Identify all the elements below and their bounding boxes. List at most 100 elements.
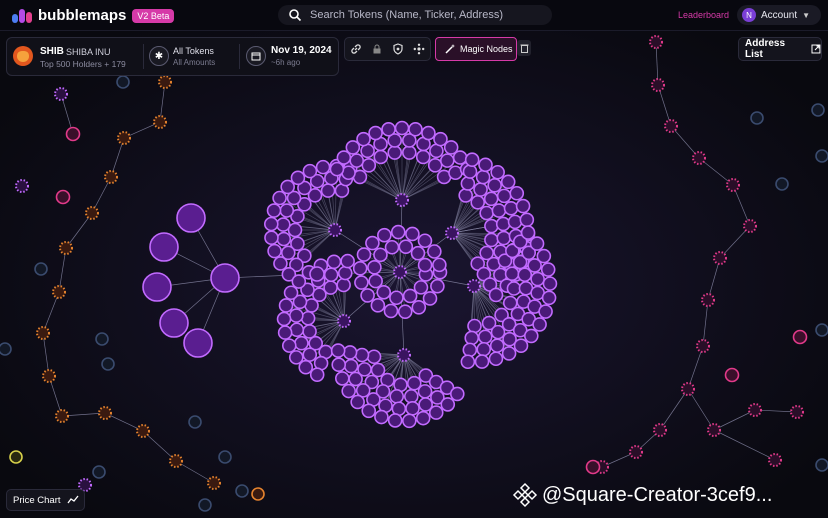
holder-bubble[interactable] bbox=[289, 308, 304, 323]
lock-icon[interactable] bbox=[370, 42, 384, 56]
pink-bubble[interactable] bbox=[629, 445, 643, 459]
holder-bubble[interactable] bbox=[449, 386, 465, 402]
holder-bubble[interactable] bbox=[320, 183, 336, 198]
holder-bubble[interactable] bbox=[331, 357, 347, 373]
holder-bubble[interactable] bbox=[278, 298, 294, 313]
holder-bubble[interactable] bbox=[377, 227, 392, 243]
holder-bubble[interactable] bbox=[288, 350, 304, 365]
address-list-button[interactable]: Address List bbox=[738, 37, 822, 61]
holder-bubble[interactable] bbox=[92, 465, 106, 479]
holder-bubble[interactable] bbox=[488, 351, 504, 367]
holder-bubble[interactable] bbox=[376, 284, 392, 300]
holder-bubble[interactable] bbox=[354, 347, 370, 363]
orange-bubble[interactable] bbox=[136, 424, 150, 438]
holder-bubble[interactable] bbox=[476, 341, 492, 357]
holder-bubble[interactable] bbox=[183, 328, 213, 358]
bubblemaps-logo[interactable]: bubblemaps V2 Beta bbox=[12, 7, 175, 24]
holder-bubble[interactable] bbox=[300, 310, 316, 326]
holder-bubble[interactable] bbox=[366, 349, 382, 365]
pink-bubble[interactable] bbox=[726, 178, 740, 192]
holder-bubble[interactable] bbox=[541, 290, 557, 306]
holder-bubble[interactable] bbox=[279, 203, 295, 218]
holder-bubble[interactable] bbox=[815, 323, 828, 337]
holder-bubble[interactable] bbox=[815, 149, 828, 163]
holder-bubble[interactable] bbox=[294, 335, 309, 351]
holder-bubble[interactable] bbox=[484, 232, 499, 248]
shield-icon[interactable] bbox=[391, 42, 405, 56]
pink-bubble[interactable] bbox=[681, 382, 695, 396]
price-chart-button[interactable]: Price Chart bbox=[6, 489, 85, 511]
holder-bubble[interactable] bbox=[263, 216, 279, 232]
holder-bubble[interactable] bbox=[775, 177, 789, 191]
holder-bubble[interactable] bbox=[413, 280, 429, 295]
holder-bubble[interactable] bbox=[503, 200, 519, 216]
hub-bubble[interactable] bbox=[397, 348, 411, 362]
holder-bubble[interactable] bbox=[501, 346, 517, 361]
orange-bubble[interactable] bbox=[59, 241, 73, 255]
holder-bubble[interactable] bbox=[417, 233, 433, 249]
holder-bubble[interactable] bbox=[337, 265, 353, 281]
holder-bubble[interactable] bbox=[283, 285, 299, 301]
holder-bubble[interactable] bbox=[176, 203, 206, 233]
holder-bubble[interactable] bbox=[811, 103, 825, 117]
holder-bubble[interactable] bbox=[356, 131, 371, 147]
holder-bubble[interactable] bbox=[326, 254, 342, 270]
holder-bubble[interactable] bbox=[273, 256, 288, 271]
holder-bubble[interactable] bbox=[542, 276, 558, 291]
orange-bubble[interactable] bbox=[117, 131, 131, 145]
holder-bubble[interactable] bbox=[724, 367, 740, 383]
pink-bubble[interactable] bbox=[790, 405, 804, 419]
holder-bubble[interactable] bbox=[368, 125, 383, 141]
holder-bubble[interactable] bbox=[390, 224, 406, 240]
trash-icon[interactable] bbox=[517, 40, 531, 56]
holder-bubble[interactable] bbox=[373, 149, 389, 165]
holder-bubble[interactable] bbox=[523, 328, 539, 344]
holder-bubble[interactable] bbox=[500, 174, 516, 190]
holder-bubble[interactable] bbox=[440, 397, 456, 412]
holder-bubble[interactable] bbox=[402, 145, 417, 160]
orange-bubble[interactable] bbox=[52, 285, 66, 299]
holder-bubble[interactable] bbox=[65, 126, 81, 142]
holder-bubble[interactable] bbox=[398, 239, 414, 254]
holder-bubble[interactable] bbox=[432, 257, 447, 273]
orange-bubble[interactable] bbox=[98, 406, 112, 420]
holder-bubble[interactable] bbox=[519, 212, 535, 228]
holder-bubble[interactable] bbox=[370, 362, 386, 378]
holder-bubble[interactable] bbox=[585, 459, 601, 475]
holder-bubble[interactable] bbox=[280, 179, 295, 195]
holder-bubble[interactable] bbox=[198, 498, 212, 512]
holder-bubble[interactable] bbox=[0, 342, 12, 356]
orange-bubble[interactable] bbox=[42, 369, 56, 383]
holder-bubble[interactable] bbox=[349, 153, 365, 168]
holder-bubble[interactable] bbox=[9, 450, 23, 464]
holder-bubble[interactable] bbox=[490, 164, 505, 180]
holder-bubble[interactable] bbox=[422, 291, 438, 306]
holder-bubble[interactable] bbox=[354, 275, 369, 290]
holders-count[interactable]: Top 500 Holders + 179 bbox=[40, 59, 126, 69]
date-title[interactable]: Nov 19, 2024 bbox=[271, 45, 332, 56]
magic-nodes-button[interactable]: Magic Nodes bbox=[435, 37, 517, 61]
holder-bubble[interactable] bbox=[515, 198, 531, 214]
holder-bubble[interactable] bbox=[488, 287, 504, 303]
search-bar[interactable] bbox=[278, 5, 552, 25]
holder-bubble[interactable] bbox=[387, 413, 403, 428]
bubble-map-canvas[interactable] bbox=[0, 0, 828, 518]
holder-bubble[interactable] bbox=[417, 384, 433, 399]
holder-bubble[interactable] bbox=[490, 324, 506, 340]
orange-bubble[interactable] bbox=[55, 409, 69, 423]
holder-bubble[interactable] bbox=[405, 226, 420, 242]
pink-bubble[interactable] bbox=[701, 293, 715, 307]
holder-bubble[interactable] bbox=[415, 149, 431, 165]
orange-bubble[interactable] bbox=[207, 476, 221, 490]
holder-bubble[interactable] bbox=[792, 329, 808, 345]
holder-bubble[interactable] bbox=[475, 169, 491, 185]
holder-bubble[interactable] bbox=[149, 232, 179, 262]
holder-bubble[interactable] bbox=[276, 231, 292, 247]
holder-bubble[interactable] bbox=[491, 203, 507, 218]
holder-bubble[interactable] bbox=[750, 111, 764, 125]
pink-bubble[interactable] bbox=[713, 251, 727, 265]
holder-bubble[interactable] bbox=[360, 288, 375, 303]
holder-bubble[interactable] bbox=[309, 266, 325, 282]
holder-bubble[interactable] bbox=[264, 230, 279, 246]
holder-bubble[interactable] bbox=[464, 152, 480, 168]
